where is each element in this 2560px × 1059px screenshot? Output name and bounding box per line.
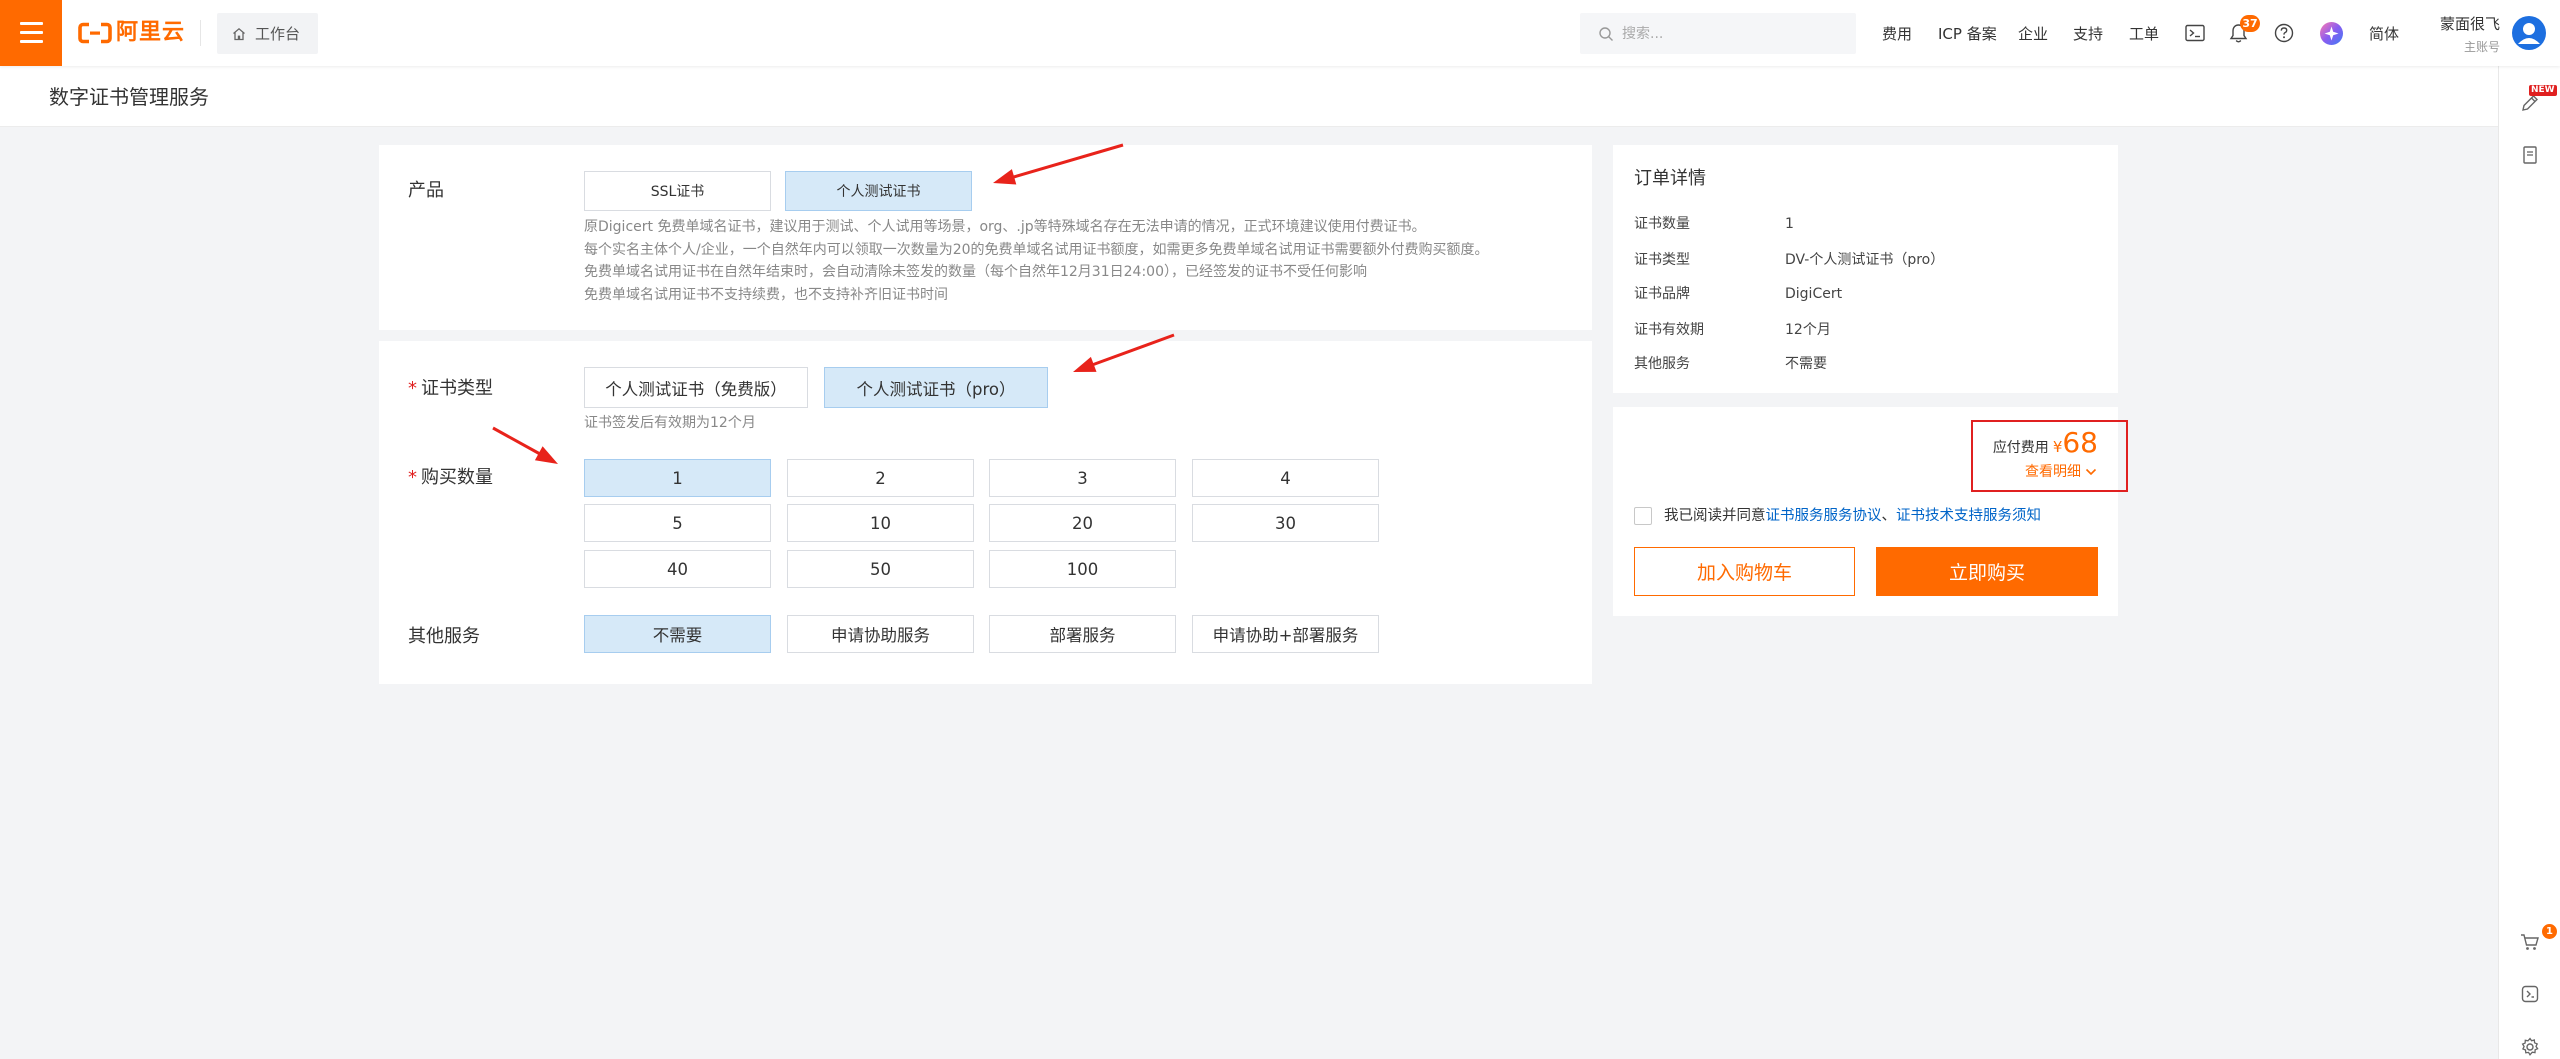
settings-icon[interactable]	[2519, 1036, 2541, 1058]
add-to-cart-button[interactable]: 加入购物车	[1634, 547, 1855, 596]
logo[interactable]: 阿里云	[78, 18, 185, 48]
description-line: 免费单域名试用证书在自然年结束时，会自动清除未签发的数量（每个自然年12月31日…	[584, 264, 1367, 280]
new-badge: NEW	[2529, 85, 2557, 96]
description-line: 免费单域名试用证书不支持续费，也不支持补齐旧证书时间	[584, 286, 948, 303]
nav-billing[interactable]: 费用	[1882, 24, 1912, 44]
description-line: 每个实名主体个人/企业，一个自然年内可以领取一次数量为20的免费单域名试用证书额…	[584, 241, 1489, 258]
workbench-button[interactable]: 工作台	[217, 13, 318, 54]
service-icon[interactable]	[2519, 983, 2541, 1005]
menu-button[interactable]	[0, 0, 62, 66]
product-option-personal-test[interactable]: 个人测试证书	[785, 171, 972, 211]
agreement-prefix: 我已阅读并同意	[1664, 508, 1766, 524]
other-services-label: 其他服务	[408, 626, 480, 647]
language-switch[interactable]: 简体	[2369, 24, 2399, 44]
service-option-assist-deploy[interactable]: 申请协助+部署服务	[1192, 615, 1379, 653]
order-details-panel: 订单详情 证书数量 1 证书类型 DV-个人测试证书（pro） 证书品牌 Dig…	[1613, 145, 2118, 393]
options-panel: * 证书类型 个人测试证书（免费版） 个人测试证书（pro） 证书签发后有效期为1…	[379, 341, 1592, 684]
logo-text: 阿里云	[116, 20, 186, 45]
quantity-option[interactable]: 40	[584, 550, 771, 588]
order-details-title: 订单详情	[1634, 168, 1706, 189]
payment-panel: 应付费用 ¥ 68 查看明细 我已阅读并同意证书服务服务协议、证书技术支持服务须…	[1613, 407, 2128, 616]
quantity-label-text: 购买数量	[421, 467, 493, 488]
quantity-label: * 购买数量	[408, 467, 493, 489]
product-description: 原Digicert 免费单域名证书，建议用于测试、个人试用等场景，org、.jp…	[584, 216, 1489, 306]
notification-badge: 37	[2240, 15, 2260, 32]
account-type: 主账号	[2463, 40, 2500, 54]
required-mark: *	[408, 378, 417, 399]
service-agreement-link[interactable]: 证书服务服务协议	[1766, 508, 1882, 524]
cert-type-option-pro[interactable]: 个人测试证书（pro）	[824, 367, 1048, 408]
order-row-label: 证书有效期	[1634, 322, 1704, 338]
order-row-value: DigiCert	[1785, 286, 1843, 302]
right-toolbar: NEW 1	[2498, 66, 2560, 1059]
annotation-highlight-box	[1971, 420, 2128, 492]
order-row-label: 证书类型	[1634, 252, 1690, 268]
quantity-option[interactable]: 100	[989, 550, 1176, 588]
cert-type-label-text: 证书类型	[421, 378, 493, 399]
service-option-deploy[interactable]: 部署服务	[989, 615, 1176, 653]
agreement-text: 我已阅读并同意证书服务服务协议、证书技术支持服务须知	[1664, 506, 2041, 526]
description-line: 原Digicert 免费单域名证书，建议用于测试、个人试用等场景，org、.jp…	[584, 219, 1426, 235]
document-icon[interactable]	[2519, 144, 2541, 166]
terminal-icon[interactable]	[2185, 24, 2205, 42]
help-icon[interactable]	[2274, 23, 2294, 43]
app-avatar-icon[interactable]	[2320, 22, 2343, 45]
quantity-option[interactable]: 20	[989, 504, 1176, 542]
order-row-value: DV-个人测试证书（pro）	[1785, 252, 1945, 268]
buy-now-button[interactable]: 立即购买	[1876, 547, 2098, 596]
cert-type-option-free[interactable]: 个人测试证书（免费版）	[584, 367, 808, 408]
nav-tickets[interactable]: 工单	[2129, 24, 2159, 44]
page-header: 数字证书管理服务	[0, 66, 2498, 127]
cert-type-label: * 证书类型	[408, 378, 493, 400]
search-box[interactable]	[1580, 13, 1856, 54]
nav-enterprise[interactable]: 企业	[2018, 24, 2048, 44]
product-panel: 产品 SSL证书 个人测试证书 原Digicert 免费单域名证书，建议用于测试…	[379, 145, 1592, 330]
agreement-separator: 、	[1881, 508, 1897, 524]
quantity-option[interactable]: 50	[787, 550, 974, 588]
quantity-option[interactable]: 3	[989, 459, 1176, 497]
order-row-value: 12个月	[1785, 322, 1831, 338]
nav-icp-filing[interactable]: ICP 备案	[1938, 24, 1997, 44]
nav-support[interactable]: 支持	[2073, 24, 2103, 44]
quantity-option[interactable]: 1	[584, 459, 771, 497]
agreement-checkbox[interactable]	[1634, 507, 1652, 525]
top-navigation-bar: 阿里云 工作台 费用 ICP 备案 企业 支持 工单 37	[0, 0, 2560, 66]
user-name[interactable]: 蒙面很飞	[2440, 14, 2500, 34]
required-mark: *	[408, 467, 417, 488]
cert-type-hint: 证书签发后有效期为12个月	[584, 415, 756, 431]
search-input[interactable]	[1620, 13, 1846, 54]
user-avatar-icon[interactable]	[2511, 15, 2547, 51]
aliyun-logo-icon	[78, 22, 112, 44]
order-row-value: 1	[1785, 216, 1794, 232]
cart-badge: 1	[2542, 924, 2557, 939]
page-title: 数字证书管理服务	[49, 85, 209, 109]
search-icon	[1599, 27, 1613, 41]
support-terms-link[interactable]: 证书技术支持服务须知	[1896, 508, 2041, 524]
quantity-option[interactable]: 10	[787, 504, 974, 542]
cart-icon[interactable]	[2519, 931, 2541, 953]
product-label: 产品	[408, 180, 444, 201]
order-row-label: 证书品牌	[1634, 286, 1690, 302]
product-option-ssl[interactable]: SSL证书	[584, 171, 771, 211]
divider	[200, 20, 201, 46]
order-row-label: 证书数量	[1634, 216, 1690, 232]
quantity-option[interactable]: 2	[787, 459, 974, 497]
service-option-none[interactable]: 不需要	[584, 615, 771, 653]
order-row-label: 其他服务	[1634, 356, 1690, 372]
service-option-assist[interactable]: 申请协助服务	[787, 615, 974, 653]
quantity-option[interactable]: 5	[584, 504, 771, 542]
order-row-value: 不需要	[1785, 356, 1827, 372]
home-icon	[233, 27, 245, 40]
quantity-option[interactable]: 30	[1192, 504, 1379, 542]
workbench-label: 工作台	[255, 24, 301, 43]
quantity-option[interactable]: 4	[1192, 459, 1379, 497]
